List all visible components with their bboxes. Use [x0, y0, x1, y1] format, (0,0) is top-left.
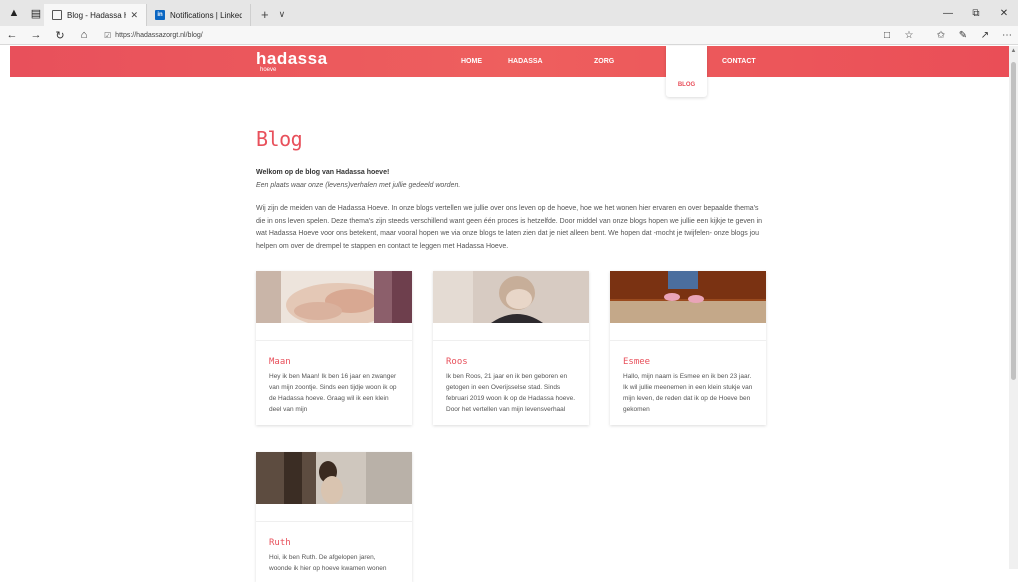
scroll-up-icon[interactable]: ▲ — [1009, 48, 1018, 54]
new-tab-icon[interactable]: + — [261, 7, 269, 22]
browser-menu-icon[interactable]: ▲ — [6, 5, 22, 21]
refresh-icon[interactable]: ↻ — [48, 29, 72, 42]
card-image[interactable] — [610, 271, 766, 323]
card-excerpt: Hey ik ben Maan! Ik ben 16 jaar en zwang… — [269, 373, 397, 413]
favorites-hub-icon[interactable]: ✩ — [930, 30, 952, 41]
blog-card-ruth[interactable]: Ruth Hoi, ik ben Ruth. De afgelopen jare… — [256, 452, 412, 582]
chevron-down-icon[interactable]: ∨ — [279, 9, 286, 20]
card-image[interactable] — [256, 452, 412, 504]
intro-subtitle: Een plaats waar onze (levens)verhalen me… — [256, 182, 461, 189]
menu-home[interactable]: HOME — [461, 46, 482, 77]
address-bar: ← → ↻ ⌂ ☑ https://hadassazorgt.nl/blog/ … — [0, 26, 1018, 45]
lock-icon: ☑ — [104, 30, 112, 40]
url-text: https://hadassazorgt.nl/blog/ — [115, 31, 203, 39]
set-aside-tabs-icon[interactable]: ▤ — [28, 5, 44, 21]
favorite-star-icon[interactable]: ☆ — [898, 30, 920, 41]
page-title: Blog — [256, 127, 303, 151]
home-icon[interactable]: ⌂ — [72, 29, 96, 41]
restore-icon[interactable]: ⧉ — [962, 8, 990, 19]
window-controls: — ⧉ ✕ — [934, 0, 1018, 26]
card-excerpt: Hoi, ik ben Ruth. De afgelopen jaren, wo… — [269, 554, 387, 572]
share-icon[interactable]: ↗ — [974, 30, 996, 41]
card-image[interactable] — [433, 271, 589, 323]
blog-card-esmee[interactable]: Esmee Hallo, mijn naam is Esmee en ik be… — [610, 271, 766, 425]
forward-icon[interactable]: → — [24, 29, 48, 41]
card-excerpt: Ik ben Roos, 21 jaar en ik ben geboren e… — [446, 373, 576, 413]
more-icon[interactable]: ⋯ — [996, 30, 1018, 41]
card-title[interactable]: Roos — [446, 357, 589, 367]
submenu-blog[interactable]: BLOG — [666, 82, 707, 88]
blog-card-maan[interactable]: Maan Hey ik ben Maan! Ik ben 16 jaar en … — [256, 271, 412, 425]
pen-icon[interactable]: ✎ — [952, 30, 974, 41]
tab-linkedin[interactable]: in Notifications | LinkedIn — [147, 4, 251, 26]
minimize-icon[interactable]: — — [934, 8, 962, 19]
blog-card-roos[interactable]: Roos Ik ben Roos, 21 jaar en ik ben gebo… — [433, 271, 589, 425]
page-icon — [52, 10, 62, 20]
reading-view-icon[interactable]: □ — [876, 30, 898, 41]
card-title[interactable]: Maan — [269, 357, 412, 367]
card-title[interactable]: Ruth — [269, 538, 412, 548]
site-logo[interactable]: hadassa hoeve — [256, 50, 328, 73]
browser-tab-bar: ▲ ▤ Blog - Hadassa Hoeve 2 ✕ in Notifica… — [0, 0, 1018, 26]
card-image[interactable] — [256, 271, 412, 323]
intro-heading: Welkom op de blog van Hadassa hoeve! — [256, 169, 390, 176]
close-window-icon[interactable]: ✕ — [990, 8, 1018, 19]
submenu-dropdown: BLOG — [666, 46, 707, 97]
scrollbar-thumb[interactable] — [1011, 62, 1016, 380]
menu-hadassa-hoeve[interactable]: HADASSA HOEVE — [508, 46, 542, 96]
card-excerpt: Hallo, mijn naam is Esmee en ik ben 23 j… — [623, 373, 753, 413]
linkedin-icon: in — [155, 10, 165, 20]
menu-contact[interactable]: CONTACT — [722, 46, 756, 77]
menu-zorg-voor-jou[interactable]: ZORG VOOR JOU — [594, 46, 615, 127]
intro-body: Wij zijn de meiden van de Hadassa Hoeve.… — [256, 205, 763, 250]
tab-title: Notifications | LinkedIn — [170, 10, 242, 20]
page-scrollbar[interactable]: ▲ — [1009, 46, 1018, 569]
url-field[interactable]: ☑ https://hadassazorgt.nl/blog/ — [104, 28, 894, 42]
logo-main: hadassa — [256, 49, 328, 68]
tab-title: Blog - Hadassa Hoeve 2 — [67, 10, 126, 20]
back-icon[interactable]: ← — [0, 29, 24, 41]
close-icon[interactable]: ✕ — [130, 10, 138, 21]
card-title[interactable]: Esmee — [623, 357, 766, 367]
tab-blog[interactable]: Blog - Hadassa Hoeve 2 ✕ — [44, 4, 147, 26]
